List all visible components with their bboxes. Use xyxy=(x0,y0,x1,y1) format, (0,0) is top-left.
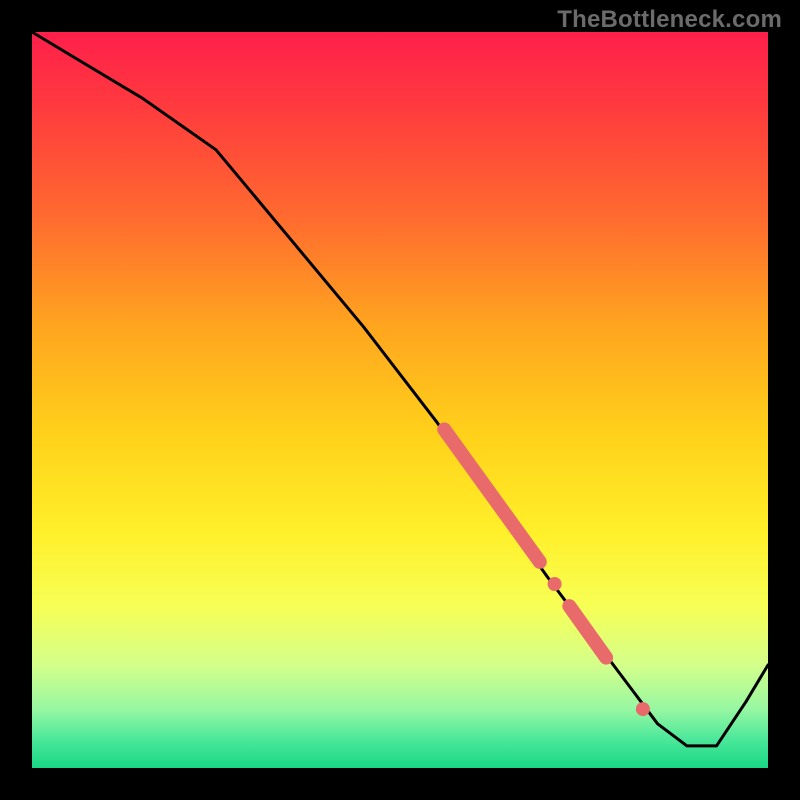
chart-svg xyxy=(0,0,800,800)
watermark-label: TheBottleneck.com xyxy=(557,6,782,34)
highlight-dot xyxy=(636,702,650,716)
chart-canvas: TheBottleneck.com xyxy=(0,0,800,800)
highlight-dot xyxy=(548,577,562,591)
plot-area xyxy=(32,32,768,768)
